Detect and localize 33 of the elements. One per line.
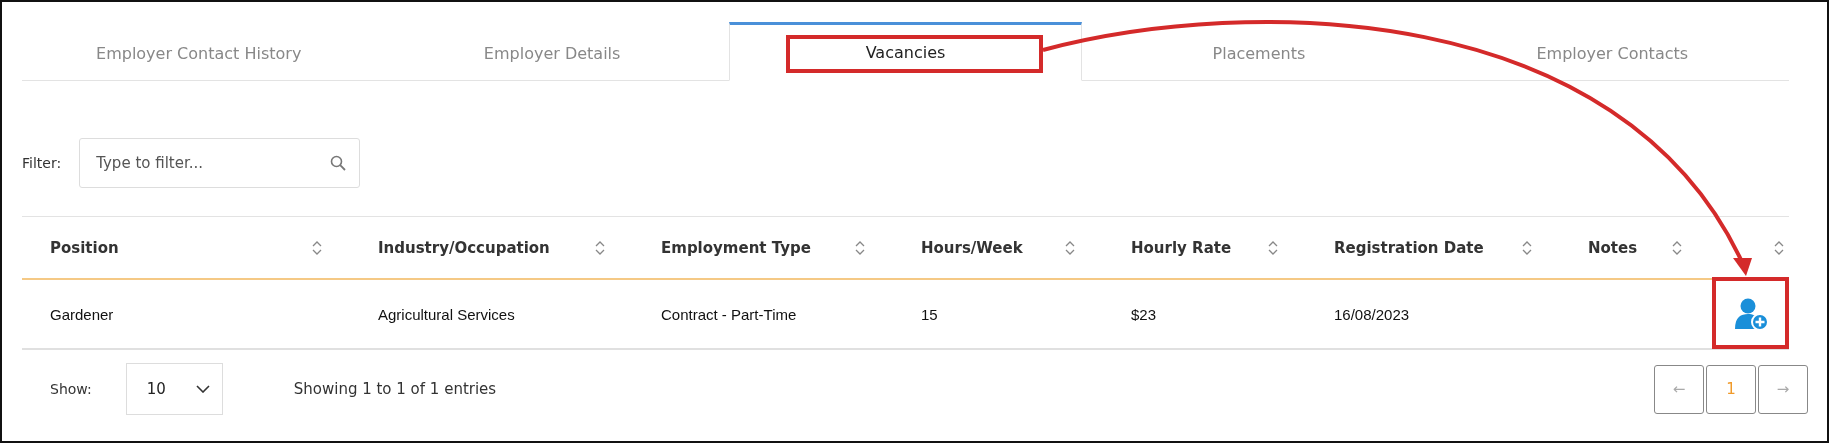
show-label: Show: [50,381,92,397]
add-person-icon[interactable] [1733,297,1769,331]
tab[interactable]: Placements [1082,22,1436,81]
sort-icon[interactable] [595,239,605,256]
sort-icon[interactable] [1672,239,1682,256]
table-cell: 16/08/2023 [1334,305,1410,323]
sort-icon[interactable] [1774,239,1784,256]
column-header[interactable]: Industry/Occupation [378,238,550,257]
column-header[interactable]: Notes [1588,238,1638,257]
table-cell: Agricultural Services [378,305,515,323]
sort-icon[interactable] [1522,239,1532,256]
table-cell: 15 [921,305,938,323]
table-cell: $23 [1131,305,1157,323]
entries-info: Showing 1 to 1 of 1 entries [293,380,497,398]
column-header[interactable]: Hours/Week [921,238,1023,257]
column-header[interactable]: Registration Date [1334,238,1484,257]
sort-icon[interactable] [855,239,865,256]
sort-icon[interactable] [312,239,322,256]
chevron-down-icon [195,385,210,393]
search-icon [330,155,347,171]
table-cell: Gardener [50,305,114,323]
column-header[interactable]: Hourly Rate [1131,238,1232,257]
filter-field[interactable]: Type to filter... [79,138,361,188]
column-header[interactable]: Employment Type [661,238,811,257]
sort-icon[interactable] [1268,239,1278,256]
filter-label: Filter: [22,155,62,171]
tab[interactable]: Employer Details [375,22,729,81]
tab[interactable]: Employer Contact History [22,22,376,81]
tab[interactable]: Employer Contacts [1435,22,1789,81]
column-header[interactable]: Position [50,238,119,257]
sort-icon[interactable] [1065,239,1075,256]
page-size-select[interactable]: 10 [125,363,223,415]
table-cell: Contract - Part-Time [661,305,797,323]
